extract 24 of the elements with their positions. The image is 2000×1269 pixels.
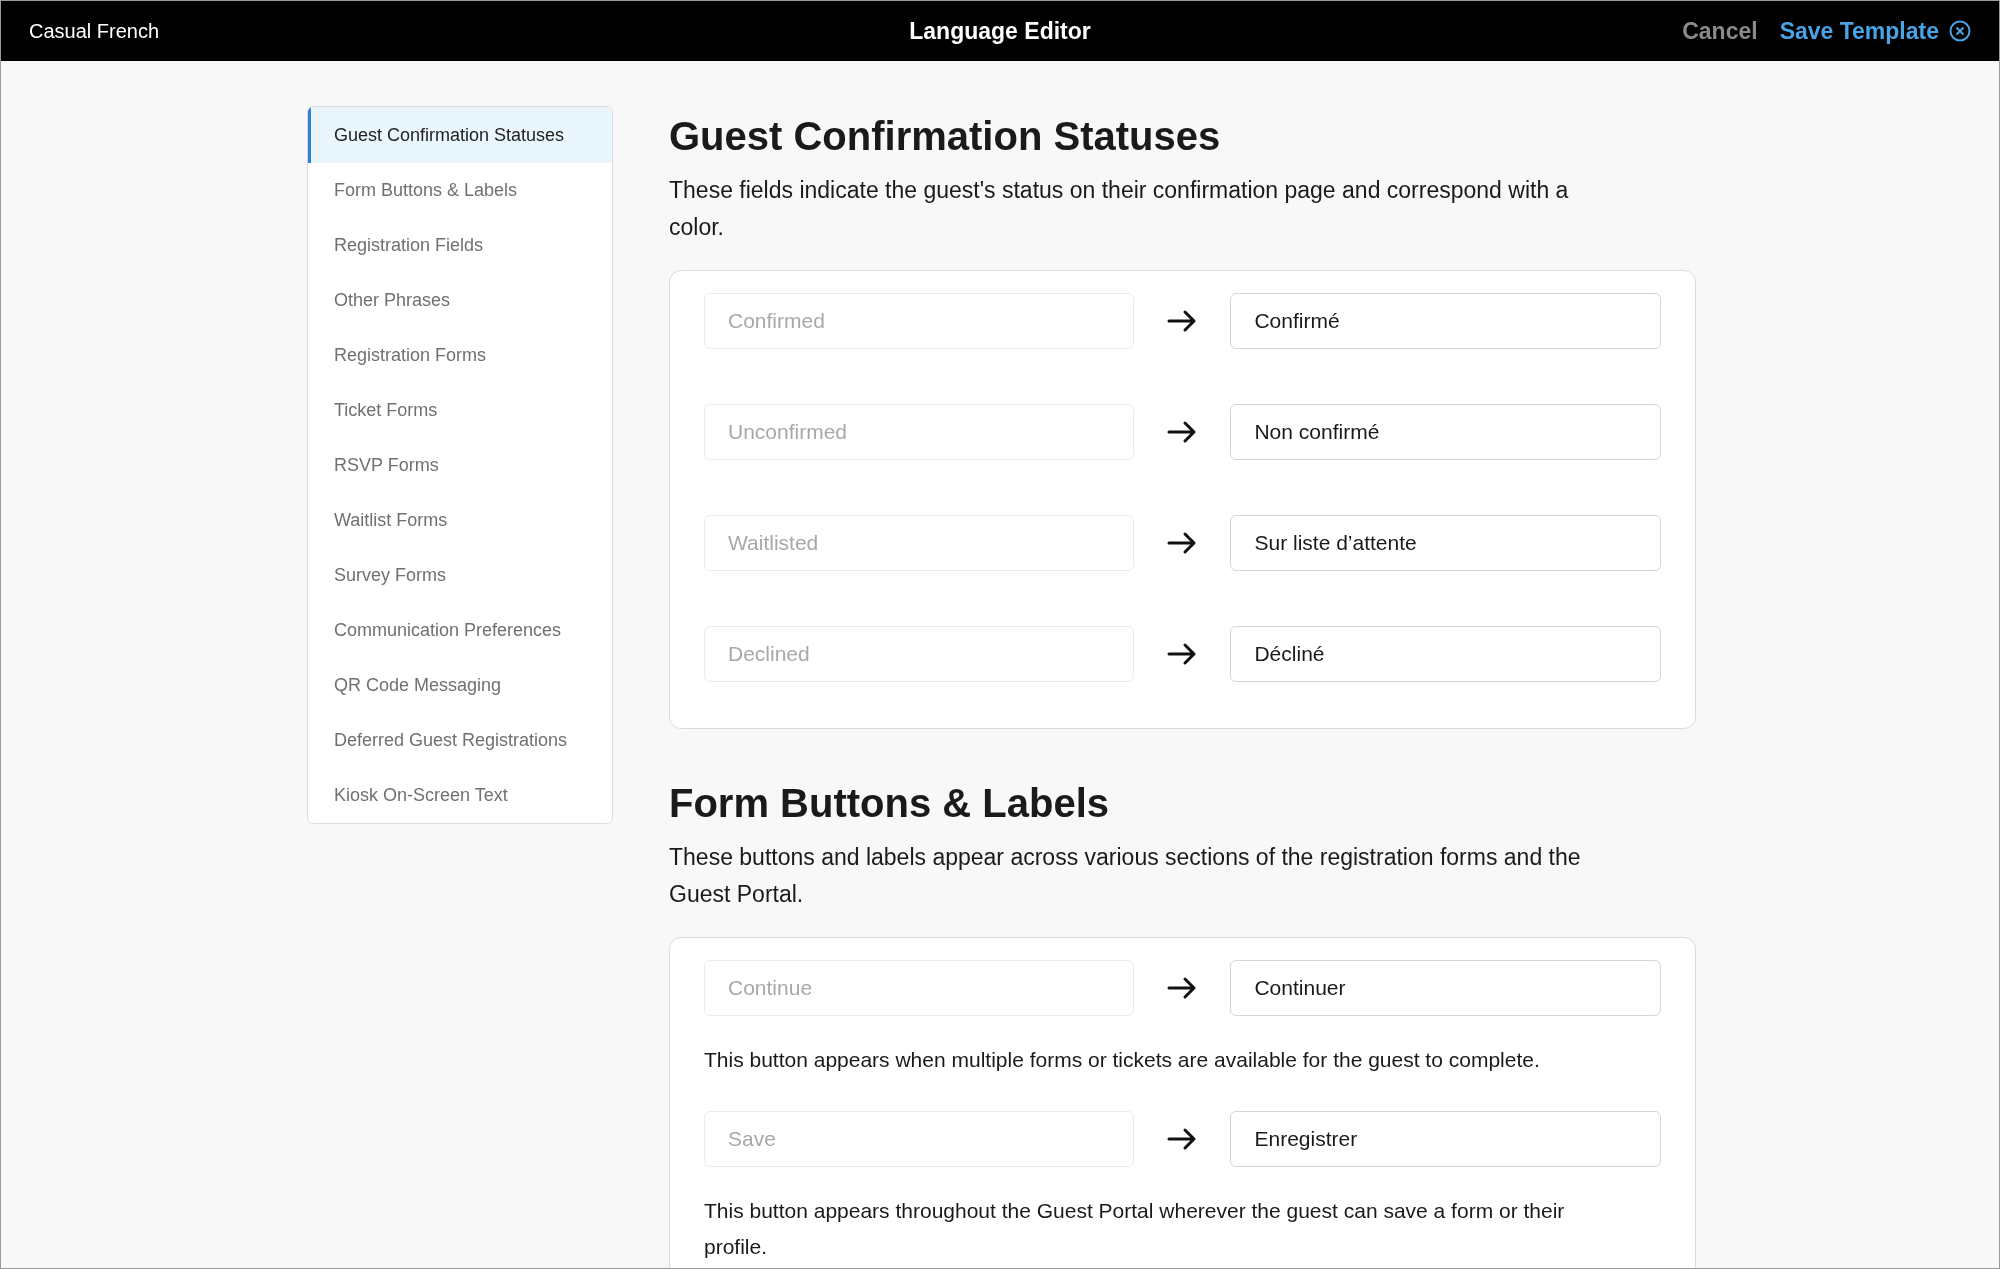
section-description: These fields indicate the guest's status on their confirmation page and correspond with a color. xyxy=(669,176,1570,242)
cancel-button[interactable]: Cancel xyxy=(1682,13,1758,49)
page-title: Language Editor xyxy=(909,16,1091,46)
arrow-right-icon xyxy=(1167,420,1197,444)
arrow-right-icon xyxy=(1167,976,1197,1000)
arrow-right-icon xyxy=(1167,642,1197,666)
field-description: This button appears when multiple forms or tickets are available for the guest to complete. xyxy=(704,1047,1541,1073)
save-template-button[interactable]: Save Template xyxy=(1779,13,1971,49)
sidebar-item[interactable]: Guest Confirmation Statuses xyxy=(308,107,612,163)
translation-input[interactable]: Confirmé xyxy=(1230,293,1661,349)
close-circle-icon xyxy=(1949,20,1971,42)
arrow-right-icon xyxy=(1167,309,1197,333)
translation-input[interactable]: Sur liste d’attente xyxy=(1230,515,1661,571)
section-description: These buttons and labels appear across various sections of the registration forms and the Guest Portal. xyxy=(669,843,1582,909)
arrow-right-icon xyxy=(1167,1127,1197,1151)
arrow-right-icon xyxy=(1167,531,1197,555)
translation-input[interactable]: Non confirmé xyxy=(1230,404,1661,460)
section-heading: Guest Confirmation Statuses xyxy=(669,113,1222,160)
translation-input[interactable]: Continuer xyxy=(1230,960,1661,1016)
field-description: This button appears throughout the Guest Portal wherever the guest can save a form or their profile. xyxy=(704,1198,1566,1260)
translation-input[interactable]: Enregistrer xyxy=(1230,1111,1661,1167)
template-name: Casual French xyxy=(29,19,160,44)
section-heading: Form Buttons & Labels xyxy=(669,780,1111,827)
translation-input[interactable]: Décliné xyxy=(1230,626,1661,682)
